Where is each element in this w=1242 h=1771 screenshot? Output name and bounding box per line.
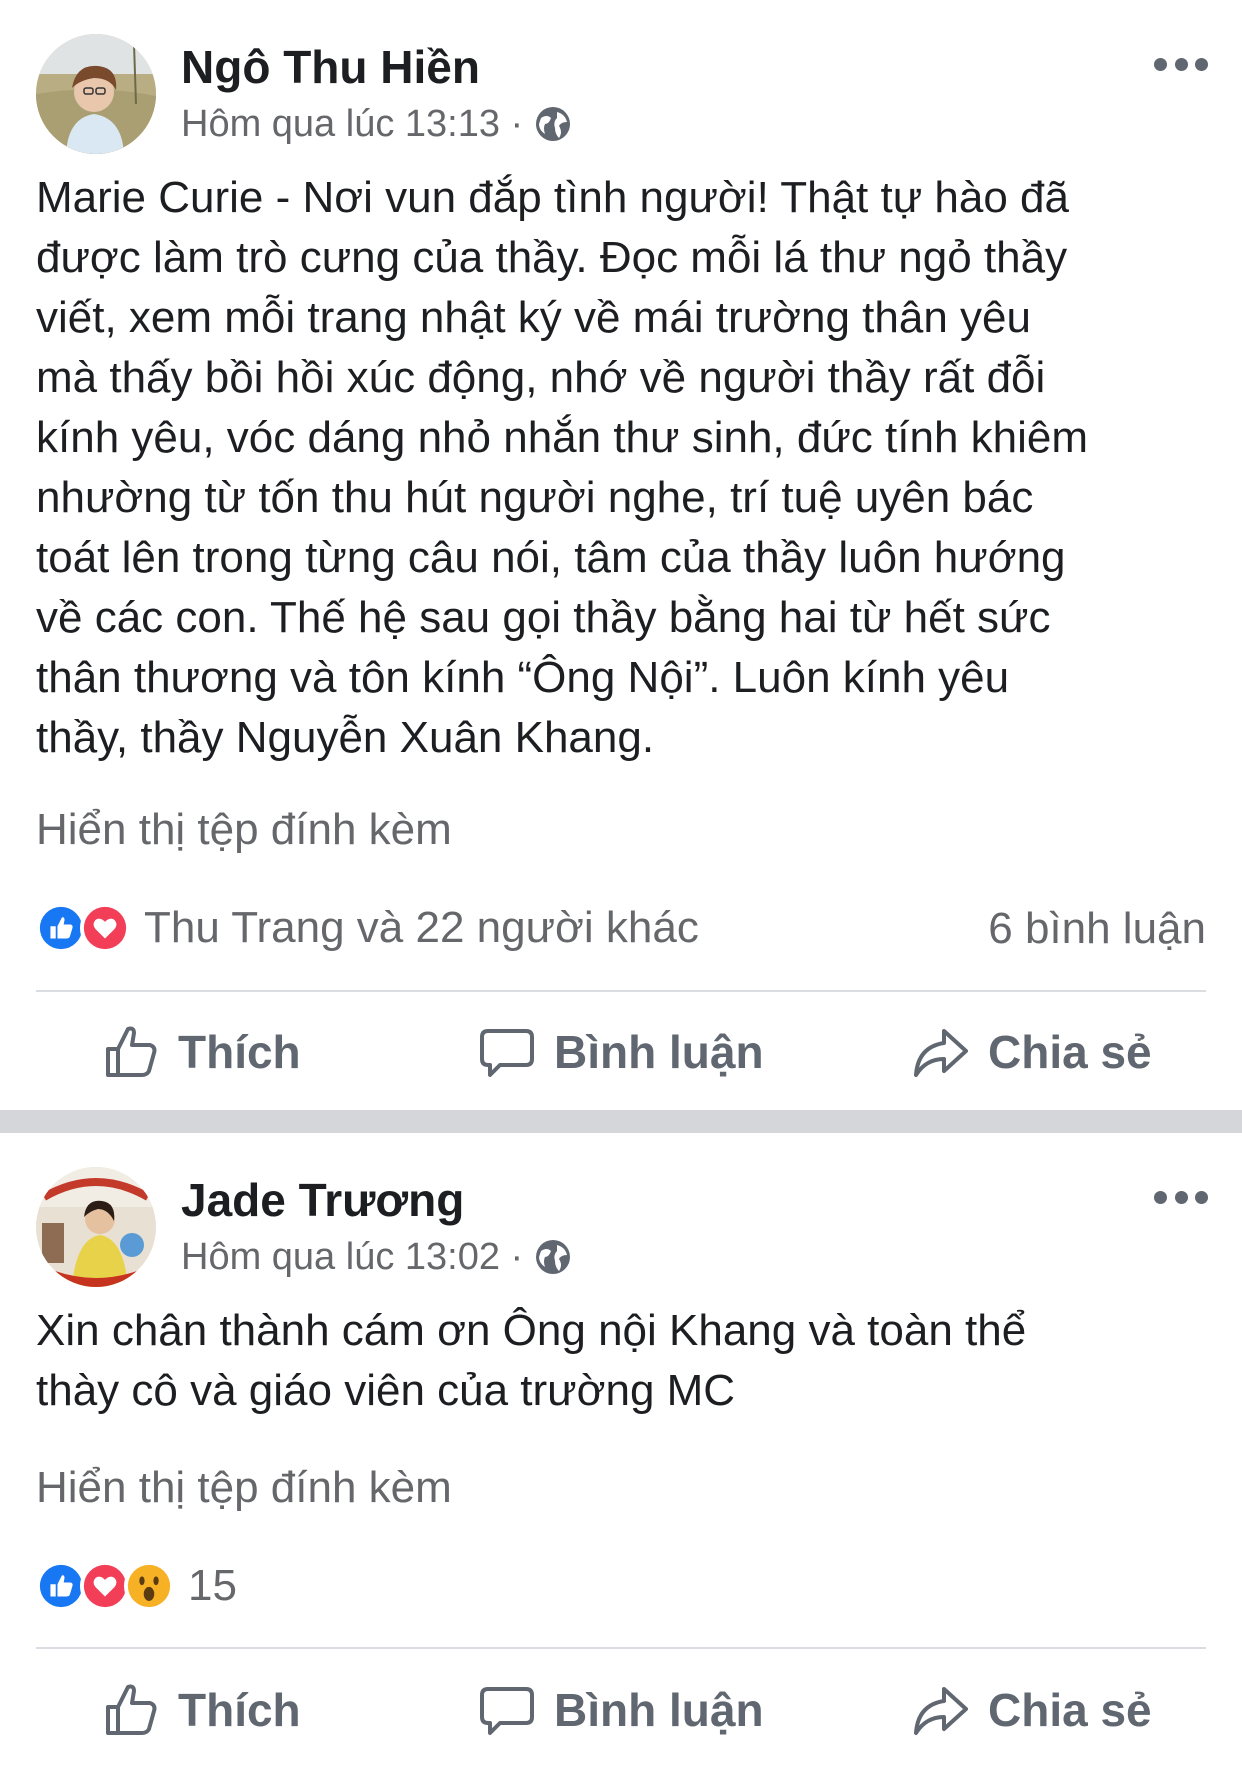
- share-label: Chia sẻ: [988, 1026, 1152, 1078]
- share-arrow-icon: [914, 1029, 968, 1077]
- comment-label: Bình luận: [554, 1684, 764, 1736]
- comment-button[interactable]: Bình luận: [478, 1002, 764, 1102]
- post-timestamp[interactable]: Hôm qua lúc 13:02 ·: [181, 1236, 523, 1279]
- love-reaction-icon: [80, 1561, 130, 1611]
- more-options-icon[interactable]: [1154, 1187, 1208, 1207]
- author-avatar[interactable]: [36, 34, 156, 154]
- comment-button[interactable]: Bình luận: [478, 1660, 764, 1760]
- divider: [36, 1647, 1206, 1649]
- post-body-line: nhường từ tốn thu hút người nghe, trí tu…: [36, 473, 1034, 522]
- like-reaction-icon: [36, 1561, 86, 1611]
- thumbs-up-icon: [106, 1026, 157, 1077]
- post-meta: Hôm qua lúc 13:13 ·: [181, 100, 573, 148]
- share-button[interactable]: Chia sẻ: [912, 1002, 1152, 1102]
- reaction-count[interactable]: 15: [188, 1561, 237, 1611]
- like-button[interactable]: Thích: [102, 1002, 301, 1102]
- post-body-line: kính yêu, vóc dáng nhỏ nhắn thư sinh, đứ…: [36, 413, 1089, 462]
- show-attachment-link[interactable]: Hiển thị tệp đính kèm: [36, 1463, 452, 1513]
- post-body-line: Xin chân thành cám ơn Ông nội Khang và t…: [36, 1306, 1027, 1355]
- comment-bubble-icon: [480, 1029, 534, 1077]
- like-button[interactable]: Thích: [102, 1660, 301, 1760]
- post-card: Ngô Thu Hiền Hôm qua lúc 13:13 · Marie C…: [0, 0, 1242, 1110]
- more-options-icon[interactable]: [1154, 54, 1208, 74]
- post-body-line: thày cô và giáo viên của trường MC: [36, 1366, 736, 1415]
- post-body-line: viết, xem mỗi trang nhật ký về mái trườn…: [36, 293, 1031, 342]
- post-body: Xin chân thành cám ơn Ông nội Khang và t…: [36, 1301, 1218, 1421]
- post-meta: Hôm qua lúc 13:02 ·: [181, 1233, 573, 1281]
- post-card: Jade Trương Hôm qua lúc 13:02 · Xin chân…: [0, 1133, 1242, 1771]
- reaction-summary[interactable]: 15: [36, 1560, 237, 1612]
- post-body-line: về các con. Thế hệ sau gọi thầy bằng hai…: [36, 593, 1051, 642]
- reaction-names[interactable]: Thu Trang và 22 người khác: [144, 903, 699, 953]
- author-name[interactable]: Ngô Thu Hiền: [181, 40, 480, 94]
- like-label: Thích: [178, 1026, 301, 1078]
- author-name[interactable]: Jade Trương: [181, 1173, 464, 1227]
- like-reaction-icon: [36, 903, 86, 953]
- post-separator: [0, 1110, 1242, 1133]
- post-body-line: Marie Curie - Nơi vun đắp tình người! Th…: [36, 173, 1069, 222]
- share-label: Chia sẻ: [988, 1684, 1152, 1736]
- author-avatar[interactable]: [36, 1167, 156, 1287]
- globe-icon: [533, 104, 573, 144]
- action-bar: Thích Bình luận Chia sẻ: [36, 1660, 1206, 1760]
- comment-bubble-icon: [480, 1687, 534, 1735]
- post-timestamp[interactable]: Hôm qua lúc 13:13 ·: [181, 103, 523, 146]
- globe-icon: [533, 1237, 573, 1277]
- love-reaction-icon: [80, 903, 130, 953]
- action-bar: Thích Bình luận Chia sẻ: [36, 1002, 1206, 1102]
- share-button[interactable]: Chia sẻ: [912, 1660, 1152, 1760]
- post-body: Marie Curie - Nơi vun đắp tình người! Th…: [36, 168, 1218, 768]
- divider: [36, 990, 1206, 992]
- post-body-line: thân thương và tôn kính “Ông Nội”. Luôn …: [36, 653, 1010, 702]
- share-arrow-icon: [914, 1687, 968, 1735]
- like-label: Thích: [178, 1684, 301, 1736]
- post-body-line: toát lên trong từng câu nói, tâm của thầ…: [36, 533, 1066, 582]
- show-attachment-link[interactable]: Hiển thị tệp đính kèm: [36, 805, 452, 855]
- post-body-line: thầy, thầy Nguyễn Xuân Khang.: [36, 713, 655, 762]
- wow-reaction-icon: [124, 1561, 174, 1611]
- post-body-line: mà thấy bồi hồi xúc động, nhớ về người t…: [36, 353, 1046, 402]
- thumbs-up-icon: [106, 1684, 157, 1735]
- reaction-summary[interactable]: Thu Trang và 22 người khác: [36, 902, 699, 954]
- comment-label: Bình luận: [554, 1026, 764, 1078]
- post-body-line: được làm trò cưng của thầy. Đọc mỗi lá t…: [36, 233, 1068, 282]
- comment-count[interactable]: 6 bình luận: [988, 904, 1206, 954]
